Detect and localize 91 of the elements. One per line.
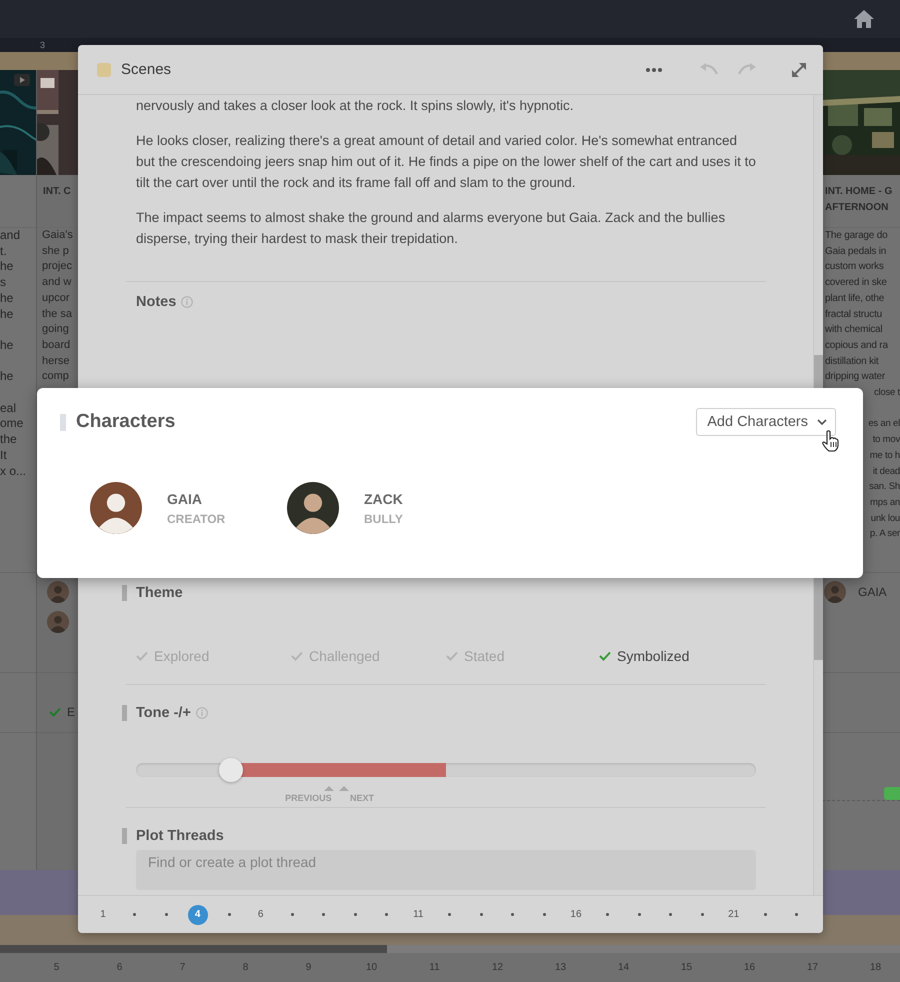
page-dot[interactable]: [290, 913, 294, 916]
page-dot[interactable]: [385, 913, 388, 916]
more-icon[interactable]: [646, 68, 662, 72]
scene-text: and t. he s he he: [0, 228, 20, 322]
dialog-title: Scenes: [121, 61, 172, 78]
expand-icon[interactable]: [791, 62, 807, 78]
tone-slider[interactable]: [136, 758, 756, 782]
check-icon: [136, 651, 148, 661]
page-number[interactable]: 11: [408, 904, 428, 924]
page-dot[interactable]: [133, 913, 136, 916]
page-dot[interactable]: [511, 913, 514, 916]
page-dot[interactable]: [164, 913, 168, 916]
page-dot[interactable]: [795, 913, 798, 916]
page-dot[interactable]: [638, 913, 641, 916]
ruler-number: 18: [868, 962, 882, 973]
scene-text: he: [0, 369, 14, 385]
scene-heading: INT. C: [43, 185, 71, 199]
ruler-number: 6: [116, 962, 124, 973]
avatar: [47, 581, 69, 603]
page-number[interactable]: 16: [566, 904, 586, 924]
marker-label: PREVIOUS: [285, 793, 332, 803]
ruler-number: 8: [242, 962, 250, 973]
scene-description: The impact seems to almost shake the ground and alarms everyone but Gaia. Zack and the bullies disperse, trying their hardest to mask their trepidation.: [136, 209, 726, 248]
page-dot[interactable]: [448, 913, 452, 916]
avatar: [824, 581, 846, 603]
marker-label: NEXT: [350, 793, 374, 803]
scene-heading: INT. HOME - G AFTERNOON: [825, 185, 892, 215]
section-title: Notes: [136, 294, 176, 310]
scene-text: eal ome the It x o...: [0, 400, 26, 480]
chevron-down-icon: [817, 419, 827, 425]
scene-description: He looks closer, realizing there's a great amount of detail and varied color. He's somewhat entranced but the crescendoing jeers snap him out of it. He finds a pipe on the lower shelf of the cart and uses it to tilt the cart over until the rock and its frame fall off and slam to the ground.: [136, 132, 756, 192]
page-dot[interactable]: [700, 913, 704, 916]
section-marker: [122, 705, 127, 721]
theme-option[interactable]: Symbolized: [599, 646, 754, 666]
home-icon[interactable]: [854, 10, 874, 28]
character-role: BULLY: [364, 512, 403, 526]
section-marker: [122, 585, 127, 601]
check-icon: [446, 651, 458, 661]
page-number[interactable]: 6: [250, 904, 271, 924]
page-number[interactable]: 1: [93, 904, 113, 924]
ruler-number: 7: [178, 962, 186, 973]
ruler-number: 12: [490, 962, 504, 973]
scene-text: close t: [874, 386, 900, 400]
ruler-number: 11: [428, 962, 441, 973]
slider-thumb[interactable]: [219, 758, 244, 782]
page-number[interactable]: 4: [188, 904, 208, 924]
page-dot[interactable]: [669, 913, 672, 916]
avatar: [90, 482, 142, 534]
ruler-number: 9: [304, 962, 312, 973]
section-title: Theme: [136, 585, 183, 601]
page-dot[interactable]: [764, 913, 767, 916]
page-dot[interactable]: [354, 913, 357, 916]
ruler-number: 15: [680, 962, 694, 973]
ruler-number: 16: [742, 962, 756, 973]
add-characters-button[interactable]: Add Characters: [696, 408, 836, 436]
page-dot[interactable]: [606, 913, 609, 916]
check-icon: [599, 651, 611, 661]
page-number[interactable]: 21: [724, 904, 744, 924]
avatar: [47, 611, 69, 633]
character-name: GAIA: [858, 585, 887, 599]
check-icon: [291, 651, 303, 661]
ruler-number: 17: [806, 962, 820, 973]
avatar: [287, 482, 339, 534]
section-marker: [60, 414, 66, 430]
character-name: GAIA: [167, 490, 203, 506]
ruler-number: 10: [364, 962, 378, 973]
scene-text: es an el to mov me to h it dead san. Sh mps an unk lou p. A ser: [868, 417, 900, 542]
character-role: CREATOR: [167, 512, 226, 526]
plot-thread-field[interactable]: Find or create a plot thread: [136, 850, 756, 890]
ruler-number: 14: [616, 962, 630, 973]
section-title: Tone -/+: [136, 705, 191, 721]
section-title: Characters: [76, 411, 176, 433]
page-dot[interactable]: [480, 913, 483, 916]
scene-text: he: [0, 338, 14, 354]
section-marker: [122, 828, 127, 844]
section-title: Plot Threads: [136, 828, 224, 844]
ruler-number: 3: [40, 40, 46, 50]
page-dot[interactable]: [228, 913, 231, 916]
scene-text: Gaia's she p projec and w upcor the sa going board herse comp: [42, 228, 73, 384]
character-name: ZACK: [364, 490, 403, 506]
scene-color-swatch: [97, 62, 111, 76]
horizontal-scrollbar[interactable]: [0, 945, 900, 953]
ruler-number: 13: [554, 962, 568, 973]
page-dot[interactable]: [322, 913, 326, 916]
scene-description: nervously and takes a closer look at the rock. It spins slowly, it's hypnotic.: [136, 97, 575, 115]
page-dot[interactable]: [542, 913, 546, 916]
ruler-number: 5: [52, 962, 60, 973]
hand-cursor-icon: [821, 430, 839, 452]
theme-label: E: [67, 704, 76, 718]
play-icon[interactable]: [14, 74, 30, 86]
scene-text: The garage do Gaia pedals in custom works covered in ske plant life, othe fractal structu with chemical copious and ra distillation kit dripping water: [825, 229, 888, 384]
